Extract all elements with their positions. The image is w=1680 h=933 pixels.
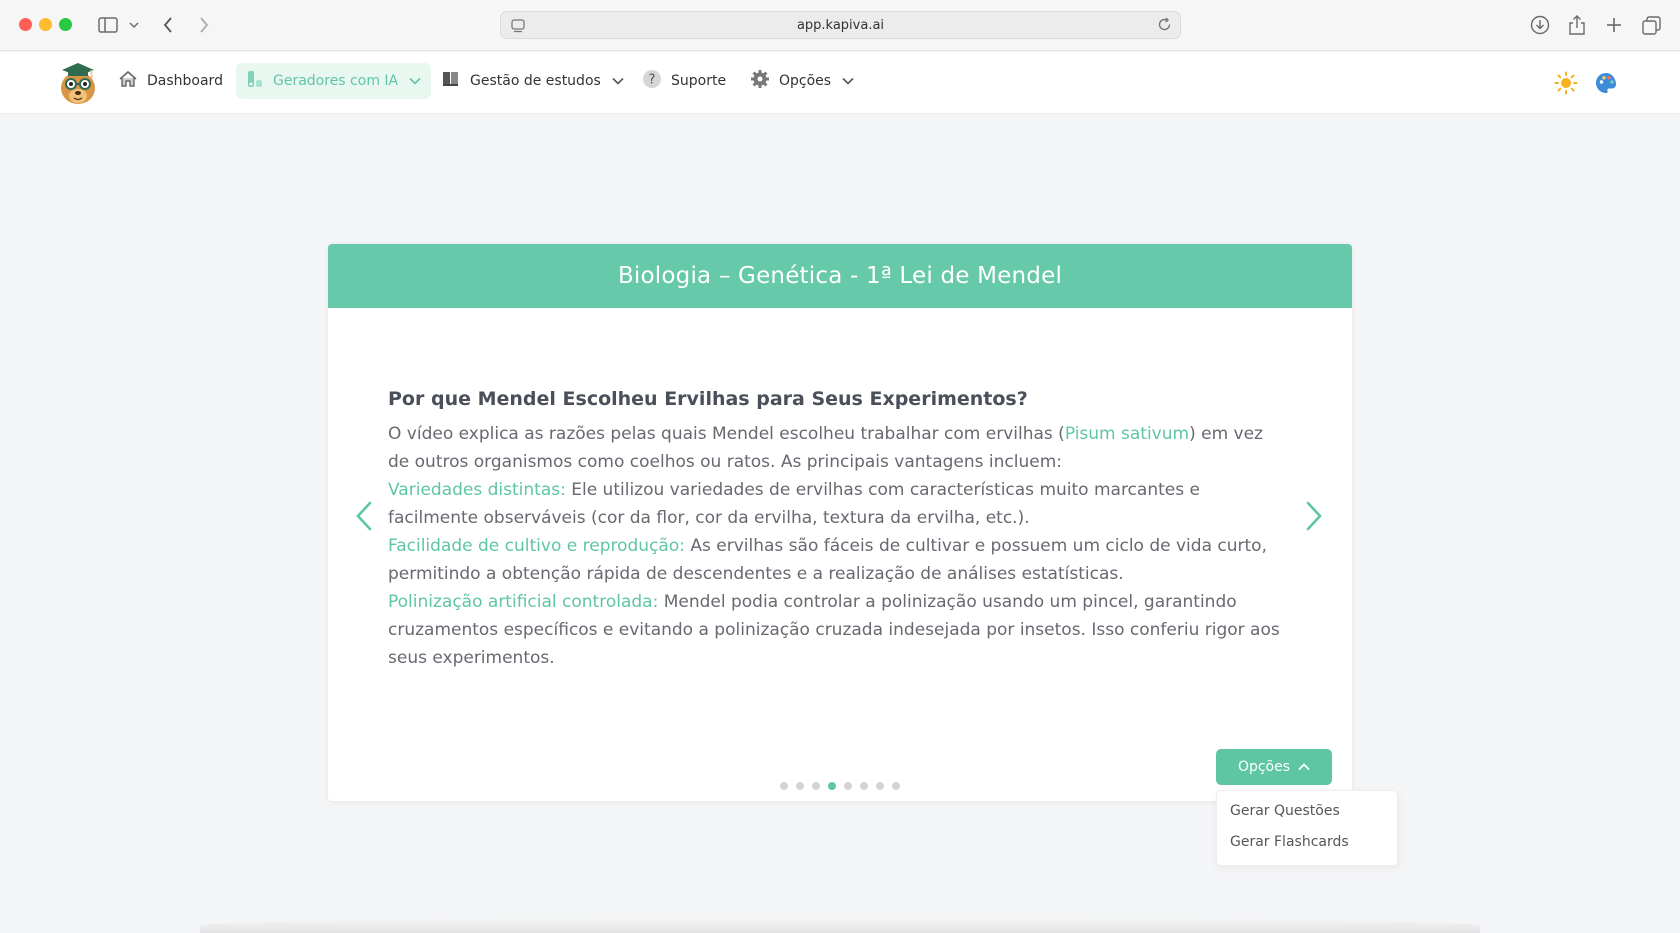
chevron-up-icon [1298,759,1310,775]
new-tab-icon[interactable] [1603,12,1625,38]
slide-paragraph: O vídeo explica as razões pelas quais Me… [388,420,1288,476]
summary-card: Biologia – Genética - 1ª Lei de Mendel P… [328,244,1352,801]
slide-dot[interactable] [812,782,820,790]
address-bar[interactable]: app.kapiva.ai [500,11,1181,39]
zoom-window-button[interactable] [59,18,72,31]
nav-geradores-ia[interactable]: Geradores com IA [236,63,432,99]
chevron-down-icon[interactable] [128,12,140,38]
question-icon: ? [642,69,662,93]
share-icon[interactable] [1566,12,1588,38]
next-slide-arrow-icon[interactable] [1304,500,1324,532]
tab-overview-icon[interactable] [1640,12,1662,38]
slide-dot[interactable] [796,782,804,790]
slide-dot[interactable] [892,782,900,790]
reload-icon[interactable] [1157,17,1172,36]
download-icon[interactable] [1529,12,1551,38]
slide-paragraph: Variedades distintas: Ele utilizou varie… [388,476,1288,532]
nav-suporte[interactable]: ? Suporte [632,64,736,98]
nav-gestao-estudos[interactable]: Gestão de estudos [431,64,634,98]
close-window-button[interactable] [19,18,32,31]
nav-dashboard-label: Dashboard [147,73,223,89]
menu-item-gerar-flashcards[interactable]: Gerar Flashcards [1230,834,1349,850]
minimize-window-button[interactable] [39,18,52,31]
nav-gestao-label: Gestão de estudos [470,73,601,89]
brush-icon [246,69,264,93]
chevron-down-icon [612,73,624,89]
palette-icon[interactable] [1594,71,1618,95]
forward-icon[interactable] [196,12,212,38]
book-icon [441,70,461,92]
slide-heading: Por que Mendel Escolheu Ervilhas para Se… [388,388,1028,410]
previous-slide-arrow-icon[interactable] [354,500,374,532]
slide-dot[interactable] [844,782,852,790]
back-icon[interactable] [160,12,176,38]
slide-paragraph: Polinização artificial controlada: Mende… [388,588,1288,672]
slide-dot[interactable] [876,782,884,790]
menu-item-gerar-questoes[interactable]: Gerar Questões [1230,803,1340,819]
highlight-term: Pisum sativum [1064,424,1190,444]
highlight-term: Facilidade de cultivo e reprodução: [388,536,685,556]
page-bottom-shadow [200,918,1480,933]
nav-dashboard[interactable]: Dashboard [108,64,233,98]
slide-paragraph: Facilidade de cultivo e reprodução: As e… [388,532,1288,588]
url-text: app.kapiva.ai [796,18,885,33]
card-title: Biologia – Genética - 1ª Lei de Mendel [328,244,1352,308]
slide-indicator [780,782,900,790]
slide-dot[interactable] [780,782,788,790]
options-button[interactable]: Opções [1216,749,1332,785]
slide-dot[interactable] [860,782,868,790]
sun-icon[interactable] [1554,71,1578,95]
nav-geradores-label: Geradores com IA [273,73,399,89]
chevron-down-icon [842,73,854,89]
slide-dot[interactable] [828,782,836,790]
options-button-label: Opções [1237,759,1291,775]
app-navbar: Dashboard Geradores com IA Gestão de est… [0,52,1680,114]
nav-opcoes-label: Opções [779,73,832,89]
text-segment: O vídeo explica as razões pelas quais Me… [388,424,1065,444]
chevron-down-icon [409,73,421,89]
options-menu: Gerar Questões Gerar Flashcards [1216,790,1398,866]
slide-content: Por que Mendel Escolheu Ervilhas para Se… [388,388,1288,672]
svg-text:?: ? [649,73,656,88]
home-icon [118,70,138,92]
browser-chrome: app.kapiva.ai [0,0,1680,51]
kapiva-logo[interactable] [58,58,98,106]
nav-suporte-label: Suporte [671,73,727,89]
highlight-term: Polinização artificial controlada: [388,592,659,612]
nav-opcoes[interactable]: Opções [740,64,864,98]
gear-icon [750,69,770,93]
sidebar-toggle-icon[interactable] [97,12,119,38]
highlight-term: Variedades distintas: [388,480,566,500]
